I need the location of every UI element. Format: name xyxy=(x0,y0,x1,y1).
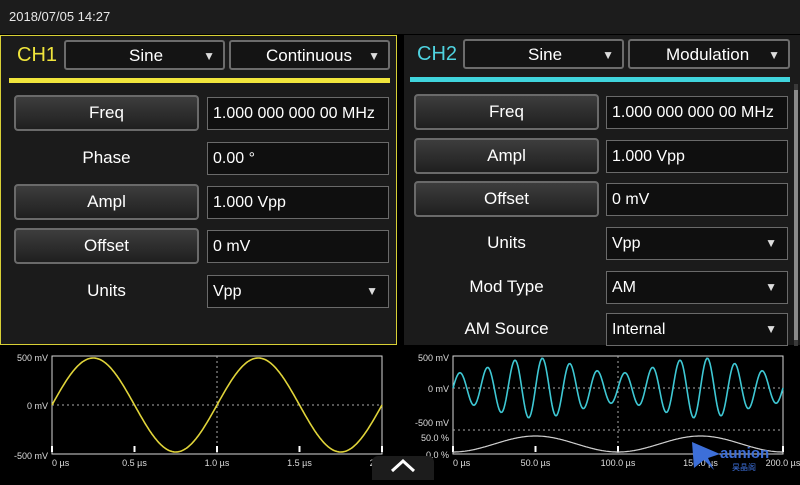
x-tick xyxy=(133,446,136,452)
ch2-scrollbar-thumb[interactable] xyxy=(794,90,798,340)
ch2-offset-field[interactable]: 0 mV xyxy=(606,183,788,216)
brand-logo: aunion 昊晶阁 xyxy=(690,440,800,480)
ch2-ampl-button[interactable]: Ampl xyxy=(414,138,599,174)
y-label-mid: 0 mV xyxy=(27,401,48,411)
x-tick-label: 0.5 µs xyxy=(122,458,147,468)
ch1-header: CH1 Sine ▼ Continuous ▼ xyxy=(1,36,396,84)
ch2-mode-select[interactable]: Modulation ▼ xyxy=(628,39,790,69)
chevron-down-icon: ▼ xyxy=(765,280,777,294)
x-tick xyxy=(617,446,619,452)
ch1-units-value: Vpp xyxy=(213,283,242,300)
ch2-freq-field[interactable]: 1.000 000 000 00 MHz xyxy=(606,96,788,129)
ch2-offset-value: 0 mV xyxy=(612,191,650,208)
ch2-freq-value: 1.000 000 000 00 MHz xyxy=(612,104,774,121)
y-label-bottom: -500 mV xyxy=(14,451,48,461)
ch2-units-value: Vpp xyxy=(612,235,641,252)
ch1-waveform-select[interactable]: Sine ▼ xyxy=(64,40,225,70)
chevron-down-icon: ▼ xyxy=(765,322,777,336)
ch1-ampl-value: 1.000 Vpp xyxy=(213,194,286,211)
x-tick-label: 1.0 µs xyxy=(205,458,230,468)
ch2-mode-value: Modulation xyxy=(666,45,750,64)
ch1-offset-value: 0 mV xyxy=(213,238,251,255)
ch1-units-label: Units xyxy=(87,281,126,300)
ch1-ampl-button[interactable]: Ampl xyxy=(14,184,199,220)
ch1-ampl-field[interactable]: 1.000 Vpp xyxy=(207,186,389,219)
ch2-units-label: Units xyxy=(487,233,526,252)
chevron-up-icon xyxy=(390,458,416,473)
ch2-ampl-value: 1.000 Vpp xyxy=(612,148,685,165)
ch2-mod-type-label: Mod Type xyxy=(469,277,544,296)
ch2-mod-type-select[interactable]: AM ▼ xyxy=(606,271,788,304)
x-tick xyxy=(216,446,218,452)
ch2-active-underline xyxy=(410,77,790,82)
chevron-down-icon: ▼ xyxy=(368,49,380,63)
ch1-phase-field[interactable]: 0.00 ° xyxy=(207,142,389,175)
ch2-units-select[interactable]: Vpp ▼ xyxy=(606,227,788,260)
logo-mark: aunion 昊晶阁 xyxy=(692,442,769,472)
chevron-down-icon: ▼ xyxy=(602,48,614,62)
ch2-ampl-field[interactable]: 1.000 Vpp xyxy=(606,140,788,173)
x-tick xyxy=(51,446,53,452)
ch1-freq-value: 1.000 000 000 00 MHz xyxy=(213,105,375,122)
ch2-panel: CH2 Sine ▼ Modulation ▼ Freq 1.000 000 00… xyxy=(404,35,800,346)
x-tick xyxy=(298,446,301,452)
ch2-offset-button[interactable]: Offset xyxy=(414,181,599,217)
chevron-down-icon: ▼ xyxy=(768,48,780,62)
y-label-top: 500 mV xyxy=(418,353,449,363)
ch1-active-underline xyxy=(9,78,390,83)
ch2-header: CH2 Sine ▼ Modulation ▼ xyxy=(404,35,800,83)
ch2-waveform-select[interactable]: Sine ▼ xyxy=(463,39,624,69)
ch1-label[interactable]: CH1 xyxy=(17,44,57,67)
ch2-mod-type-value: AM xyxy=(612,279,636,296)
ch1-waveform-preview: 500 mV 0 mV -500 mV 0 µs 0.5 µs 1.0 µs 1.5 … xyxy=(0,346,400,480)
logo-text: aunion xyxy=(720,445,769,462)
ch1-phase-value: 0.00 ° xyxy=(213,150,255,167)
ch1-mode-value: Continuous xyxy=(266,46,353,65)
chevron-down-icon: ▼ xyxy=(203,49,215,63)
ch1-offset-field[interactable]: 0 mV xyxy=(207,230,389,263)
x-tick-label: 1.5 µs xyxy=(287,458,312,468)
ch1-phase-label: Phase xyxy=(82,148,131,167)
mod-label-top: 50.0 % xyxy=(421,433,449,443)
x-tick-label: 50.0 µs xyxy=(521,458,551,468)
ch1-freq-button[interactable]: Freq xyxy=(14,95,199,131)
ch1-panel: CH1 Sine ▼ Continuous ▼ Freq 1.000 000 00… xyxy=(0,35,397,345)
ch1-waveform-plot: 500 mV 0 mV -500 mV 0 µs 0.5 µs 1.0 µs 1.5 … xyxy=(14,353,395,468)
expand-up-button[interactable] xyxy=(372,456,434,480)
x-tick-label: 0 µs xyxy=(453,458,471,468)
ch2-am-source-select[interactable]: Internal ▼ xyxy=(606,313,788,346)
chevron-down-icon: ▼ xyxy=(366,284,378,298)
timestamp: 2018/07/05 14:27 xyxy=(9,9,111,24)
ch2-am-source-value: Internal xyxy=(612,321,666,338)
y-label-bottom: -500 mV xyxy=(415,418,449,428)
ch1-freq-field[interactable]: 1.000 000 000 00 MHz xyxy=(207,97,389,130)
x-tick-label: 0 µs xyxy=(52,458,70,468)
ch1-units-select[interactable]: Vpp ▼ xyxy=(207,275,389,308)
ch1-mode-select[interactable]: Continuous ▼ xyxy=(229,40,390,70)
y-label-top: 500 mV xyxy=(17,353,48,363)
ch1-offset-button[interactable]: Offset xyxy=(14,228,199,264)
ch2-freq-button[interactable]: Freq xyxy=(414,94,599,130)
x-tick xyxy=(534,446,537,452)
ch2-am-source-label: AM Source xyxy=(464,319,549,338)
x-tick-label: 100.0 µs xyxy=(601,458,636,468)
x-tick xyxy=(452,446,454,452)
y-label-mid: 0 mV xyxy=(428,384,449,394)
logo-subtext: 昊晶阁 xyxy=(732,462,756,472)
ch2-waveform-value: Sine xyxy=(528,45,563,64)
status-bar: 2018/07/05 14:27 xyxy=(0,0,800,34)
chevron-down-icon: ▼ xyxy=(765,236,777,250)
ch2-label[interactable]: CH2 xyxy=(417,43,457,66)
ch1-waveform-value: Sine xyxy=(129,46,164,65)
x-tick xyxy=(381,446,383,452)
